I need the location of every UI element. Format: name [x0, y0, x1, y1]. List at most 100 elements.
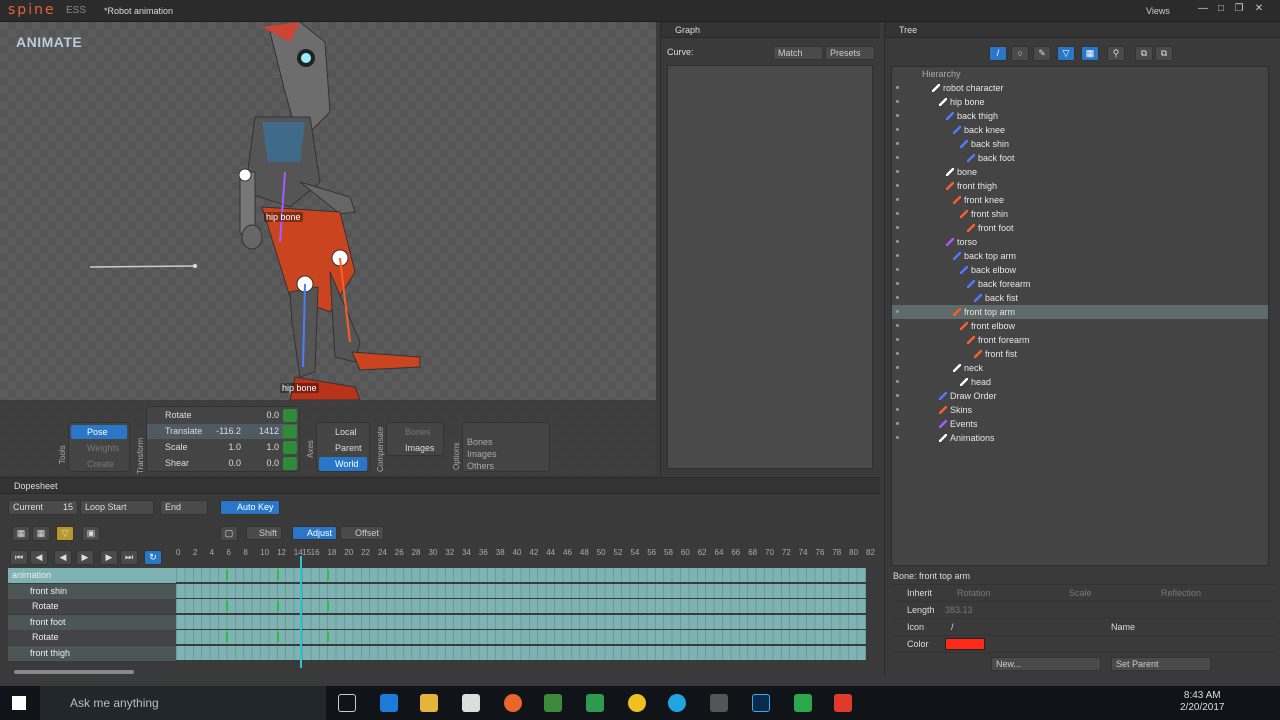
inherit-rotation-checkbox[interactable]: Rotation [957, 585, 991, 602]
end-button[interactable]: End [160, 500, 208, 515]
dopesheet-track[interactable]: animation [8, 568, 868, 583]
scale-key-icon[interactable] [283, 441, 297, 454]
visibility-icon[interactable] [896, 380, 899, 383]
track-keyframes[interactable] [176, 645, 866, 660]
compensate-images-button[interactable]: Images [389, 441, 441, 455]
weights-tool-button[interactable]: Weights [71, 441, 127, 455]
tree-node[interactable]: torso [892, 235, 1268, 249]
app-icon[interactable] [794, 694, 812, 712]
visibility-icon[interactable] [896, 184, 899, 187]
circle-tool-icon[interactable]: ○ [1011, 46, 1029, 61]
loop-start-button[interactable]: Loop Start [80, 500, 154, 515]
visibility-icon[interactable] [896, 324, 899, 327]
tree-node[interactable]: back forearm [892, 277, 1268, 291]
visibility-icon[interactable] [896, 422, 899, 425]
visibility-icon[interactable] [896, 408, 899, 411]
edge-icon[interactable] [380, 694, 398, 712]
track-name[interactable]: Rotate [8, 630, 176, 645]
track-name[interactable]: front thigh [8, 645, 176, 661]
keyframe-marker[interactable] [276, 570, 279, 580]
views-menu[interactable]: Views [1146, 6, 1170, 16]
keyframe-marker[interactable] [226, 570, 229, 580]
track-name[interactable]: front foot [8, 614, 176, 630]
pen-tool-icon[interactable]: ✎ [1033, 46, 1051, 61]
app-icon[interactable] [586, 694, 604, 712]
inherit-scale-checkbox[interactable]: Scale [1069, 585, 1092, 602]
cortana-search-box[interactable]: Ask me anything [40, 686, 326, 720]
visibility-icon[interactable] [896, 100, 899, 103]
tree-node[interactable]: back thigh [892, 109, 1268, 123]
track-name[interactable]: animation [8, 568, 176, 583]
visibility-icon[interactable] [896, 394, 899, 397]
scale-y-value[interactable]: 1.0 [243, 440, 279, 455]
create-tool-button[interactable]: Create [71, 457, 127, 471]
track-keyframes[interactable] [176, 630, 866, 644]
pose-tool-button[interactable]: Pose [71, 425, 127, 439]
dopesheet-track[interactable]: Rotate [8, 630, 868, 645]
tree-node[interactable]: hip bone [892, 95, 1268, 109]
next-frame-icon[interactable]: ▶ [100, 550, 118, 565]
tree-node[interactable]: front shin [892, 207, 1268, 221]
visibility-icon[interactable] [896, 212, 899, 215]
auto-key-button[interactable]: Auto Key [220, 500, 280, 515]
tree-node[interactable]: back elbow [892, 263, 1268, 277]
app-icon[interactable] [834, 694, 852, 712]
tree-node[interactable]: front top arm [892, 305, 1268, 319]
paste-icon[interactable]: ⧉ [1155, 46, 1173, 61]
play-backward-icon[interactable]: ◀ [54, 550, 72, 565]
shift-button[interactable]: Shift [246, 526, 283, 540]
parent-axes-button[interactable]: Parent [319, 441, 367, 455]
scale-x-value[interactable]: 1.0 [205, 440, 241, 455]
trash-icon[interactable]: ▢ [220, 526, 238, 541]
visibility-icon[interactable] [896, 86, 899, 89]
search-icon[interactable]: ⚲ [1107, 46, 1125, 61]
adjust-button[interactable]: Adjust [292, 526, 338, 540]
visibility-icon[interactable] [896, 226, 899, 229]
visibility-icon[interactable] [896, 436, 899, 439]
chrome-icon[interactable] [628, 694, 646, 712]
translate-x-value[interactable]: -116.2 [205, 424, 241, 439]
prev-frame-icon[interactable]: ◀ [30, 550, 48, 565]
tree-node[interactable]: back foot [892, 151, 1268, 165]
firefox-icon[interactable] [504, 694, 522, 712]
store-icon[interactable] [462, 694, 480, 712]
dopesheet-timeline[interactable]: animation front shin Rotate front foot Rotat… [8, 568, 868, 668]
visibility-icon[interactable] [896, 240, 899, 243]
copy-icon[interactable]: ⧉ [1135, 46, 1153, 61]
filter-key-icon[interactable]: ▽ [56, 526, 74, 541]
dopesheet-track[interactable]: front thigh [8, 645, 868, 661]
tree-node[interactable]: front fist [892, 347, 1268, 361]
visibility-icon[interactable] [896, 338, 899, 341]
track-keyframes[interactable] [176, 599, 866, 613]
visibility-icon[interactable] [896, 366, 899, 369]
new-button[interactable]: New... [991, 657, 1101, 671]
tree-node[interactable]: bone [892, 165, 1268, 179]
maximize-icon[interactable]: □ [1214, 3, 1228, 15]
tree-node[interactable]: Draw Order [892, 389, 1268, 403]
system-clock[interactable]: 8:43 AM 2/20/2017 [1180, 690, 1225, 714]
spine-app-icon[interactable] [710, 694, 728, 712]
compensate-bones-button[interactable]: Bones [389, 425, 441, 439]
select-icon[interactable]: ▦ [1081, 46, 1099, 61]
visibility-icon[interactable] [896, 268, 899, 271]
tree-node[interactable]: back top arm [892, 249, 1268, 263]
visibility-icon[interactable] [896, 296, 899, 299]
length-value[interactable]: 383.13 [945, 602, 973, 619]
lock-icon[interactable]: ▣ [82, 526, 100, 541]
track-keyframes[interactable] [176, 614, 866, 629]
playhead[interactable] [300, 556, 302, 668]
shear-y-value[interactable]: 0.0 [243, 456, 279, 471]
hierarchy-list[interactable]: Hierarchy robot character hip bone back th… [891, 66, 1269, 566]
track-keyframes[interactable] [176, 568, 866, 582]
offset-button[interactable]: Offset [340, 526, 384, 540]
match-button[interactable]: Match [773, 46, 823, 60]
tree-node[interactable]: Skins [892, 403, 1268, 417]
bone-icon-selector[interactable]: / [951, 619, 954, 636]
translate-y-value[interactable]: 1412 [243, 424, 279, 439]
skype-icon[interactable] [668, 694, 686, 712]
translate-key-icon[interactable] [283, 425, 297, 438]
tree-node[interactable]: front thigh [892, 179, 1268, 193]
visibility-icon[interactable] [896, 254, 899, 257]
close-icon[interactable]: ✕ [1252, 3, 1266, 15]
curve-graph-area[interactable] [667, 65, 873, 469]
